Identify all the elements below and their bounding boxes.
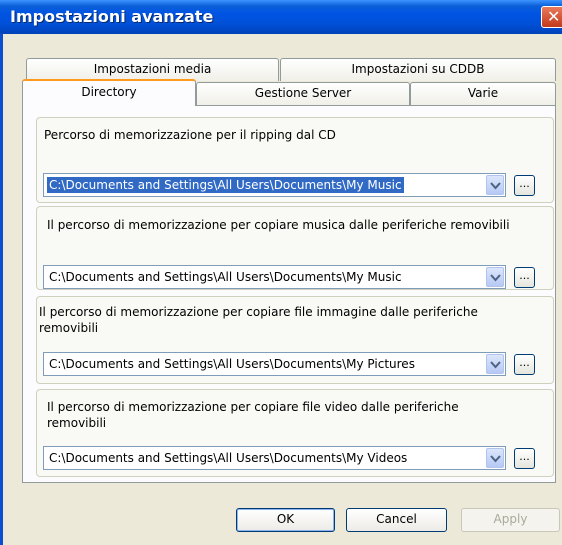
group-label: removibili	[39, 321, 99, 335]
chevron-down-icon[interactable]	[486, 354, 504, 374]
window-frame	[0, 34, 3, 545]
dialog-window: Impostazioni avanzate ✕ Impostazioni med…	[0, 0, 562, 545]
group-label: Il percorso di memorizzazione per copiar…	[47, 218, 510, 232]
ripping-path-combobox[interactable]: C:\Documents and Settings\All Users\Docu…	[43, 173, 506, 197]
browse-button[interactable]: ...	[514, 175, 535, 196]
chevron-down-icon[interactable]	[486, 448, 504, 468]
videos-path-combobox[interactable]: C:\Documents and Settings\All Users\Docu…	[43, 446, 506, 470]
tab-directory[interactable]: Directory	[22, 79, 196, 106]
combobox-value: C:\Documents and Settings\All Users\Docu…	[49, 357, 415, 371]
videos-path-group: Il percorso di memorizzazione per copiar…	[36, 389, 554, 477]
apply-button[interactable]: Apply	[461, 508, 560, 532]
close-button[interactable]: ✕	[541, 6, 562, 28]
ripping-path-group: Percorso di memorizzazione per il rippin…	[36, 117, 554, 203]
group-label: Il percorso di memorizzazione per copiar…	[47, 400, 459, 414]
browse-button[interactable]: ...	[514, 267, 535, 288]
pictures-path-combobox[interactable]: C:\Documents and Settings\All Users\Docu…	[43, 352, 506, 376]
chevron-down-icon[interactable]	[486, 175, 504, 195]
group-label: Percorso di memorizzazione per il rippin…	[44, 128, 336, 142]
browse-button[interactable]: ...	[514, 448, 535, 469]
pictures-path-group: Il percorso di memorizzazione per copiar…	[36, 296, 554, 384]
cancel-button[interactable]: Cancel	[346, 508, 447, 532]
ok-button[interactable]: OK	[236, 508, 335, 532]
group-label: Il percorso di memorizzazione per copiar…	[39, 305, 478, 319]
chevron-down-icon[interactable]	[486, 267, 504, 287]
combobox-value: C:\Documents and Settings\All Users\Docu…	[49, 451, 408, 465]
window-title: Impostazioni avanzate	[10, 7, 214, 26]
tab-gestione-server[interactable]: Gestione Server	[196, 82, 410, 105]
group-label: removibili	[47, 416, 107, 430]
music-path-group: Il percorso di memorizzazione per copiar…	[36, 206, 554, 290]
combobox-value: C:\Documents and Settings\All Users\Docu…	[49, 270, 402, 284]
title-bar[interactable]: Impostazioni avanzate ✕	[0, 0, 562, 34]
music-path-combobox[interactable]: C:\Documents and Settings\All Users\Docu…	[43, 265, 506, 289]
browse-button[interactable]: ...	[514, 354, 535, 375]
combobox-value: C:\Documents and Settings\All Users\Docu…	[47, 177, 404, 193]
tab-impostazioni-cddb[interactable]: Impostazioni su CDDB	[280, 58, 556, 81]
tab-varie[interactable]: Varie	[410, 82, 556, 105]
tab-impostazioni-media[interactable]: Impostazioni media	[26, 58, 279, 81]
close-icon: ✕	[547, 7, 561, 26]
tab-panel-directory: Percorso di memorizzazione per il rippin…	[22, 105, 556, 483]
